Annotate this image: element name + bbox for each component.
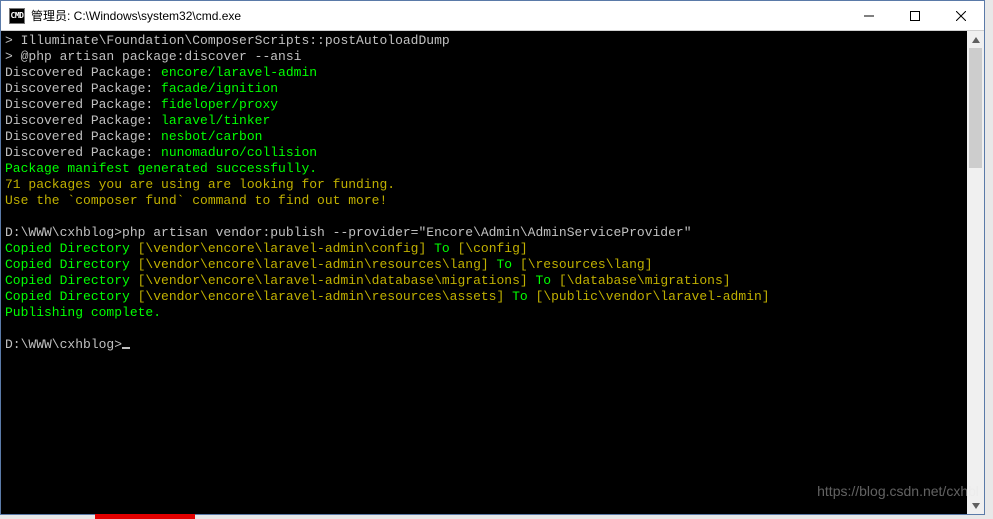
terminal-text: [\config] [458, 241, 528, 256]
chevron-up-icon [972, 37, 980, 43]
terminal-line: Discovered Package: nunomaduro/collision [5, 145, 963, 161]
terminal-text: Publishing complete. [5, 305, 161, 320]
terminal-text: laravel/tinker [161, 113, 270, 128]
terminal-text: facade/ignition [161, 81, 278, 96]
terminal-line: Publishing complete. [5, 305, 963, 321]
terminal-line: 71 packages you are using are looking fo… [5, 177, 963, 193]
terminal-text: fideloper/proxy [161, 97, 278, 112]
scrollbar[interactable] [967, 31, 984, 514]
terminal-line: Discovered Package: encore/laravel-admin [5, 65, 963, 81]
terminal-text: [\resources\lang] [520, 257, 653, 272]
window-title: 管理员: C:\Windows\system32\cmd.exe [31, 7, 846, 24]
scroll-down-button[interactable] [967, 497, 984, 514]
terminal-output[interactable]: > Illuminate\Foundation\ComposerScripts:… [1, 31, 967, 514]
terminal-text: Copied Directory [5, 257, 138, 272]
terminal-line: Use the `composer fund` command to find … [5, 193, 963, 209]
terminal-text: D:\WWW\cxhblog>php artisan vendor:publis… [5, 225, 692, 240]
terminal-text: Copied Directory [5, 241, 138, 256]
maximize-button[interactable] [892, 1, 938, 30]
terminal-text: Discovered Package: [5, 145, 161, 160]
cursor [122, 347, 130, 349]
terminal-line: Copied Directory [\vendor\encore\laravel… [5, 289, 963, 305]
terminal-text: D:\WWW\cxhblog> [5, 337, 122, 352]
terminal-text: To [489, 257, 520, 272]
terminal-text: Package manifest generated successfully. [5, 161, 317, 176]
terminal-line: > @php artisan package:discover --ansi [5, 49, 963, 65]
chevron-down-icon [972, 503, 980, 509]
terminal-text: [\vendor\encore\laravel-admin\resources\… [138, 257, 489, 272]
terminal-line: Discovered Package: laravel/tinker [5, 113, 963, 129]
terminal-area: > Illuminate\Foundation\ComposerScripts:… [1, 31, 984, 514]
terminal-line [5, 321, 963, 337]
terminal-text: [\vendor\encore\laravel-admin\config] [138, 241, 427, 256]
cmd-icon: CMD [9, 8, 25, 24]
scroll-track[interactable] [967, 48, 984, 497]
terminal-text: Use the `composer fund` command to find … [5, 193, 387, 208]
terminal-line: Copied Directory [\vendor\encore\laravel… [5, 257, 963, 273]
terminal-text: Discovered Package: [5, 81, 161, 96]
terminal-text: To [528, 273, 559, 288]
scroll-up-button[interactable] [967, 31, 984, 48]
terminal-line: D:\WWW\cxhblog>php artisan vendor:publis… [5, 225, 963, 241]
window-controls [846, 1, 984, 30]
terminal-text: 71 packages you are using are looking fo… [5, 177, 395, 192]
terminal-text: Copied Directory [5, 273, 138, 288]
terminal-text: [\public\vendor\laravel-admin] [536, 289, 770, 304]
terminal-text: Discovered Package: [5, 113, 161, 128]
terminal-text: Discovered Package: [5, 65, 161, 80]
terminal-line [5, 209, 963, 225]
terminal-text: [\vendor\encore\laravel-admin\database\m… [138, 273, 528, 288]
terminal-text: encore/laravel-admin [161, 65, 317, 80]
terminal-text: To [504, 289, 535, 304]
terminal-text: nesbot/carbon [161, 129, 262, 144]
terminal-text: [\vendor\encore\laravel-admin\resources\… [138, 289, 505, 304]
terminal-line: Copied Directory [\vendor\encore\laravel… [5, 241, 963, 257]
terminal-text: > @php artisan package:discover --ansi [5, 49, 301, 64]
terminal-line: Discovered Package: nesbot/carbon [5, 129, 963, 145]
terminal-line: Discovered Package: facade/ignition [5, 81, 963, 97]
red-underline [95, 514, 195, 519]
terminal-text: > Illuminate\Foundation\ComposerScripts:… [5, 33, 450, 48]
close-button[interactable] [938, 1, 984, 30]
close-icon [956, 11, 966, 21]
minimize-button[interactable] [846, 1, 892, 30]
minimize-icon [864, 11, 874, 21]
terminal-text: Discovered Package: [5, 97, 161, 112]
titlebar[interactable]: CMD 管理员: C:\Windows\system32\cmd.exe [1, 1, 984, 31]
scroll-thumb[interactable] [969, 48, 982, 168]
terminal-line: > Illuminate\Foundation\ComposerScripts:… [5, 33, 963, 49]
terminal-line: D:\WWW\cxhblog> [5, 337, 963, 353]
terminal-line: Copied Directory [\vendor\encore\laravel… [5, 273, 963, 289]
terminal-text: nunomaduro/collision [161, 145, 317, 160]
maximize-icon [910, 11, 920, 21]
terminal-line: Discovered Package: fideloper/proxy [5, 97, 963, 113]
terminal-text: Discovered Package: [5, 129, 161, 144]
terminal-text: To [426, 241, 457, 256]
terminal-text: Copied Directory [5, 289, 138, 304]
cmd-window: CMD 管理员: C:\Windows\system32\cmd.exe > I… [0, 0, 985, 515]
terminal-line: Package manifest generated successfully. [5, 161, 963, 177]
terminal-text: [\database\migrations] [559, 273, 731, 288]
